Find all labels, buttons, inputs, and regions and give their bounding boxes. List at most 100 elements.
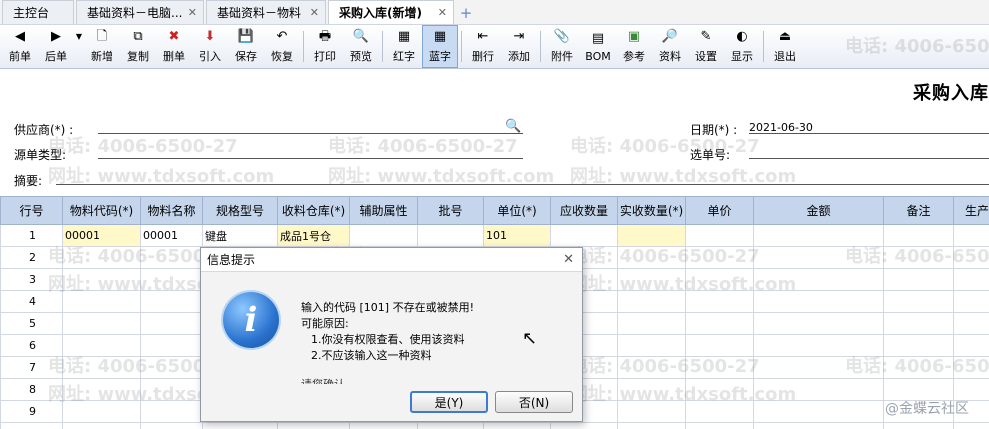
- grid-cell[interactable]: [62, 290, 141, 313]
- grid-cell[interactable]: [62, 334, 141, 357]
- grid-cell[interactable]: [617, 356, 686, 379]
- grid-cell[interactable]: [883, 312, 954, 335]
- data-lookup-button[interactable]: 🔎 资料: [652, 25, 688, 68]
- grid-cell[interactable]: [140, 422, 203, 429]
- grid-cell[interactable]: [953, 334, 989, 357]
- preview-button[interactable]: 🔍 预览: [343, 25, 379, 68]
- close-icon[interactable]: ✕: [563, 252, 574, 267]
- grid-cell[interactable]: [617, 312, 686, 335]
- grid-cell[interactable]: [753, 290, 884, 313]
- grid-cell[interactable]: [685, 356, 754, 379]
- grid-cell[interactable]: [953, 224, 989, 247]
- grid-cell[interactable]: [62, 400, 141, 423]
- grid-cell[interactable]: [140, 378, 203, 401]
- delete-row-button[interactable]: ⇤ 删行: [465, 25, 501, 68]
- grid-cell[interactable]: [685, 312, 754, 335]
- grid-cell[interactable]: [685, 400, 754, 423]
- summary-input[interactable]: [56, 184, 989, 185]
- grid-cell[interactable]: [417, 422, 484, 429]
- tab-purchase-receipt-new[interactable]: 采购入库(新增) ✕: [328, 0, 454, 24]
- grid-cell[interactable]: [417, 224, 484, 247]
- grid-cell[interactable]: 成品1号仓: [277, 224, 350, 247]
- tab-main-console[interactable]: 主控台: [2, 0, 74, 24]
- save-button[interactable]: 💾 保存: [228, 25, 264, 68]
- grid-cell[interactable]: 00001: [62, 224, 141, 247]
- new-button[interactable]: 🗋 新增: [84, 25, 120, 68]
- grid-cell[interactable]: [883, 224, 954, 247]
- grid-cell[interactable]: [62, 268, 141, 291]
- grid-cell[interactable]: [617, 400, 686, 423]
- grid-cell[interactable]: [62, 356, 141, 379]
- grid-cell[interactable]: [140, 312, 203, 335]
- next-doc-button[interactable]: ▶ 后单: [38, 25, 74, 68]
- display-button[interactable]: ◐ 显示: [724, 25, 760, 68]
- grid-cell[interactable]: [753, 422, 884, 429]
- grid-cell[interactable]: [277, 422, 350, 429]
- grid-cell[interactable]: [883, 290, 954, 313]
- grid-cell[interactable]: [753, 334, 884, 357]
- source-type-input[interactable]: [98, 158, 523, 159]
- grid-cell[interactable]: [953, 290, 989, 313]
- grid-cell[interactable]: [685, 378, 754, 401]
- grid-cell[interactable]: [883, 334, 954, 357]
- grid-cell[interactable]: [685, 246, 754, 269]
- grid-cell[interactable]: [483, 422, 551, 429]
- attachment-button[interactable]: 📎 附件: [544, 25, 580, 68]
- restore-button[interactable]: ↶ 恢复: [264, 25, 300, 68]
- grid-cell[interactable]: [62, 312, 141, 335]
- grid-cell[interactable]: [140, 356, 203, 379]
- grid-cell[interactable]: [617, 268, 686, 291]
- grid-cell[interactable]: [617, 334, 686, 357]
- grid-cell[interactable]: [202, 422, 278, 429]
- grid-cell[interactable]: [349, 422, 418, 429]
- grid-cell[interactable]: [140, 268, 203, 291]
- grid-cell[interactable]: [617, 246, 686, 269]
- prev-doc-button[interactable]: ◀ 前单: [2, 25, 38, 68]
- grid-cell[interactable]: [349, 224, 418, 247]
- exit-button[interactable]: ⏏ 退出: [767, 25, 803, 68]
- grid-cell[interactable]: [883, 356, 954, 379]
- select-no-input[interactable]: [749, 158, 989, 159]
- grid-cell[interactable]: [753, 312, 884, 335]
- grid-cell[interactable]: [753, 378, 884, 401]
- grid-cell[interactable]: [685, 224, 754, 247]
- grid-cell[interactable]: [753, 224, 884, 247]
- supplier-input[interactable]: [98, 133, 523, 134]
- close-icon[interactable]: ✕: [438, 6, 447, 19]
- grid-cell[interactable]: [617, 224, 686, 247]
- reference-button[interactable]: ▣ 参考: [616, 25, 652, 68]
- grid-cell[interactable]: [953, 356, 989, 379]
- grid-cell[interactable]: [140, 290, 203, 313]
- grid-cell[interactable]: 键盘: [202, 224, 278, 247]
- grid-cell[interactable]: [140, 400, 203, 423]
- grid-cell[interactable]: [685, 334, 754, 357]
- grid-cell[interactable]: [62, 422, 141, 429]
- print-button[interactable]: 🖶 打印: [307, 25, 343, 68]
- delete-doc-button[interactable]: ✖ 删单: [156, 25, 192, 68]
- yes-button[interactable]: 是(Y): [410, 391, 488, 413]
- grid-cell[interactable]: [753, 400, 884, 423]
- grid-cell[interactable]: [140, 334, 203, 357]
- settings-button[interactable]: ✎ 设置: [688, 25, 724, 68]
- grid-cell[interactable]: [550, 422, 618, 429]
- no-button[interactable]: 否(N): [495, 391, 573, 413]
- grid-cell[interactable]: 101: [483, 224, 551, 247]
- grid-cell[interactable]: 00001: [140, 224, 203, 247]
- grid-cell[interactable]: [883, 422, 954, 429]
- add-tab-icon[interactable]: +: [456, 2, 476, 24]
- grid-cell[interactable]: [550, 224, 618, 247]
- grid-cell[interactable]: [62, 378, 141, 401]
- grid-cell[interactable]: [953, 246, 989, 269]
- add-row-button[interactable]: ⇥ 添加: [501, 25, 537, 68]
- close-icon[interactable]: ✕: [188, 6, 197, 19]
- grid-cell[interactable]: [617, 378, 686, 401]
- close-icon[interactable]: ✕: [310, 6, 319, 19]
- blue-entry-button[interactable]: ▦ 蓝字: [422, 25, 458, 68]
- copy-button[interactable]: ⧉ 复制: [120, 25, 156, 68]
- grid-cell[interactable]: [883, 268, 954, 291]
- grid-cell[interactable]: [685, 290, 754, 313]
- grid-cell[interactable]: [953, 268, 989, 291]
- grid-cell[interactable]: [953, 312, 989, 335]
- lookup-icon[interactable]: 🔍: [505, 119, 521, 134]
- grid-cell[interactable]: [753, 268, 884, 291]
